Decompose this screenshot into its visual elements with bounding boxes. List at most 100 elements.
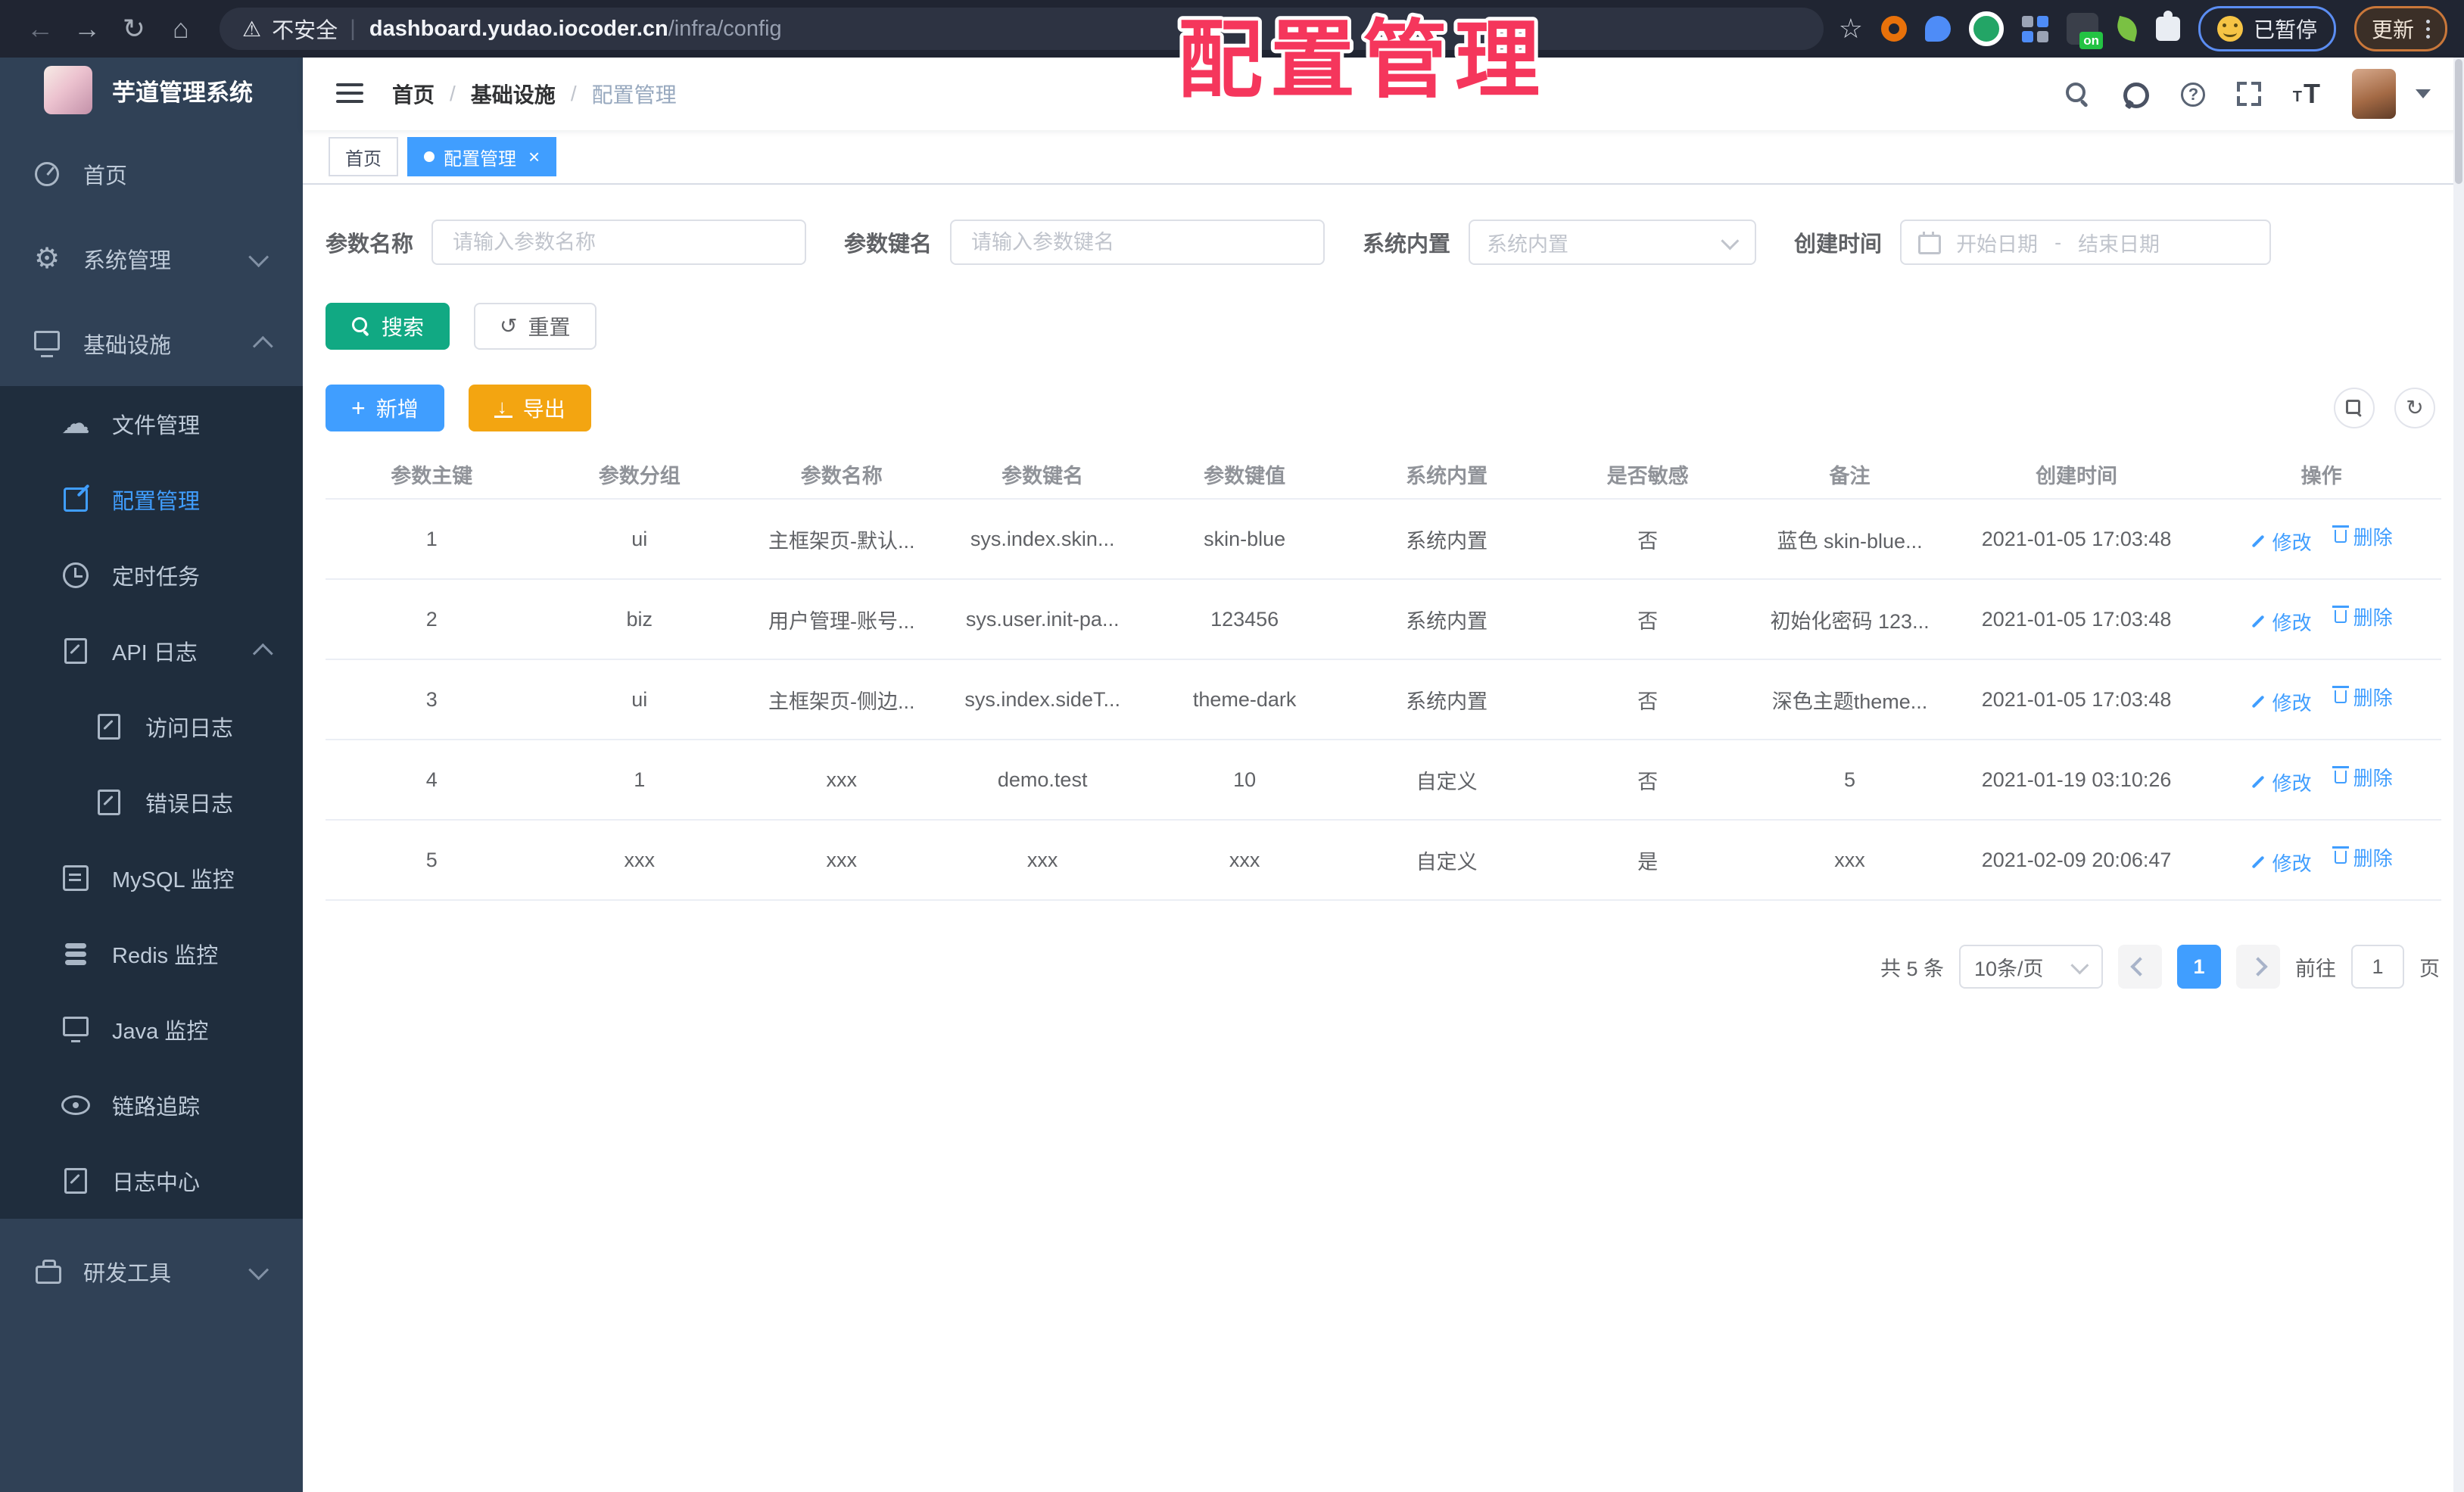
breadcrumb-home[interactable]: 首页 [392,79,435,109]
extension-donut-icon[interactable] [1880,16,1907,42]
table-cell: biz [537,579,741,660]
extension-green-circle-icon[interactable] [1968,11,2004,46]
scrollbar-thumb[interactable] [2455,59,2462,184]
tab-config[interactable]: 配置管理 × [407,137,557,176]
sidebar-collapse-icon[interactable] [336,83,363,104]
sidebar-item-java[interactable]: Java 监控 [0,992,303,1067]
edit-link[interactable]: 修改 [2251,608,2312,636]
fullscreen-icon[interactable] [2236,82,2261,106]
export-button[interactable]: 导出 [468,385,591,431]
tab-home[interactable]: 首页 [329,137,398,176]
edit-link-label: 修改 [2272,771,2312,795]
avatar-dropdown-caret-icon[interactable] [2416,89,2431,98]
bookmark-star-icon[interactable]: ☆ [1839,13,1863,45]
sidebar-item-tracer[interactable]: 链路追踪 [0,1067,303,1143]
table-cell: sys.user.init-pa... [942,579,1143,660]
page-size-select[interactable]: 10条/页 [1959,945,2103,989]
breadcrumb-infra[interactable]: 基础设施 [471,79,556,109]
refresh-table-button[interactable]: ↻ [2394,388,2435,428]
system-builtin-select[interactable]: 系统内置 [1469,220,1757,265]
search-icon[interactable] [2064,81,2090,107]
param-key-input[interactable] [950,220,1325,265]
back-icon[interactable]: ← [17,13,64,45]
chevron-right-icon [2248,957,2268,976]
forward-icon[interactable]: → [64,13,111,45]
table-actions-row: + 新增 导出 ↻ [326,385,2441,431]
github-icon[interactable] [2122,81,2149,108]
sidebar-item-infra[interactable]: 基础设施 [0,301,303,386]
sidebar-item-mysql[interactable]: MySQL 监控 [0,840,303,916]
edit-link[interactable]: 修改 [2251,688,2312,716]
user-avatar[interactable] [2352,69,2396,119]
column-header: 参数名称 [740,450,942,500]
delete-link[interactable]: 删除 [2332,603,2393,631]
extension-pin-icon[interactable] [1924,16,1951,42]
sidebar-item-config[interactable]: 配置管理 [0,462,303,537]
active-tab-dot-icon [424,151,435,162]
home-icon[interactable]: ⌂ [157,13,204,45]
sidebar-item-file[interactable]: 文件管理 [0,386,303,462]
sidebar-item-label: 系统管理 [83,249,172,273]
edit-link[interactable]: 修改 [2251,849,2312,877]
sidebar-item-api-log[interactable]: API 日志 [0,613,303,689]
log-icon [61,636,91,666]
current-page-button[interactable]: 1 [2177,945,2221,989]
param-name-input[interactable] [431,220,807,265]
table-cell: 2021-01-05 17:03:48 [1951,499,2202,580]
edit-link[interactable]: 修改 [2251,768,2312,796]
address-bar[interactable]: ⚠ 不安全 | dashboard.yudao.iocoder.cn /infr… [220,8,1824,50]
sidebar-item-home[interactable]: 首页 [0,132,303,216]
sidebar-item-access-log[interactable]: 访问日志 [0,689,303,765]
browser-menu-icon[interactable] [2426,19,2430,39]
table-cell: 自定义 [1346,820,1547,901]
sidebar-logo[interactable]: 芋道管理系统 [0,58,303,123]
extension-on-badge-icon[interactable]: on [2066,13,2103,49]
next-page-button[interactable] [2236,945,2280,989]
table-cell: 主框架页-默认... [740,499,942,580]
font-size-icon[interactable] [2293,82,2320,106]
table-cell: 4 [326,740,538,821]
date-range-picker[interactable]: 开始日期 - 结束日期 [1900,220,2272,265]
table-row: 2 biz 用户管理-账号... sys.user.init-pa... 123456 系… [326,579,2441,660]
sidebar-item-error-log[interactable]: 错误日志 [0,765,303,840]
sidebar-item-log-center[interactable]: 日志中心 [0,1143,303,1219]
browser-update-button[interactable]: 更新 [2353,6,2447,51]
column-header: 参数分组 [537,450,741,500]
delete-link[interactable]: 删除 [2332,683,2393,711]
sidebar-item-system[interactable]: 系统管理 [0,216,303,301]
sidebar-item-label: MySQL 监控 [112,868,235,892]
sidebar-item-label: 定时任务 [112,565,201,590]
table-cell: 否 [1547,659,1749,740]
tab-close-icon[interactable]: × [528,147,540,167]
search-button[interactable]: 搜索 [326,303,450,350]
paused-profile-badge[interactable]: 已暂停 [2198,6,2336,51]
topbar-icons [2064,69,2431,119]
delete-link[interactable]: 删除 [2332,843,2393,871]
extensions-puzzle-icon[interactable] [2155,11,2180,41]
toggle-search-button[interactable] [2334,388,2375,428]
table-cell-operations: 修改 删除 [2201,499,2441,580]
delete-icon [2332,766,2349,784]
log-icon [94,787,124,818]
delete-link[interactable]: 删除 [2332,522,2393,550]
edit-link[interactable]: 修改 [2251,528,2312,556]
sidebar-item-dev-tools[interactable]: 研发工具 [0,1229,303,1314]
help-icon[interactable] [2179,81,2205,107]
goto-page-input[interactable] [2351,945,2404,989]
delete-link[interactable]: 删除 [2332,763,2393,791]
extension-leaf-icon[interactable] [2114,15,2141,42]
add-button[interactable]: + 新增 [326,385,444,431]
sidebar-item-job[interactable]: 定时任务 [0,537,303,613]
chevron-down-icon [1721,231,1740,250]
table-row: 1 ui 主框架页-默认... sys.index.skin... skin-blue 系… [326,499,2441,580]
table-cell: 系统内置 [1346,579,1547,660]
reload-icon[interactable]: ↻ [111,13,157,45]
content: 参数名称 参数键名 系统内置 系统内置 创建时间 开始日期 - 结束日期 [303,185,2464,989]
create-time-label: 创建时间 [1794,232,1883,257]
sidebar-item-label: 研发工具 [83,1262,172,1286]
reset-button[interactable]: ↺ 重置 [474,303,597,350]
page-scrollbar[interactable] [2453,58,2464,1492]
sidebar-item-redis[interactable]: Redis 监控 [0,916,303,992]
prev-page-button[interactable] [2118,945,2162,989]
extension-grid-icon[interactable] [2021,15,2048,42]
